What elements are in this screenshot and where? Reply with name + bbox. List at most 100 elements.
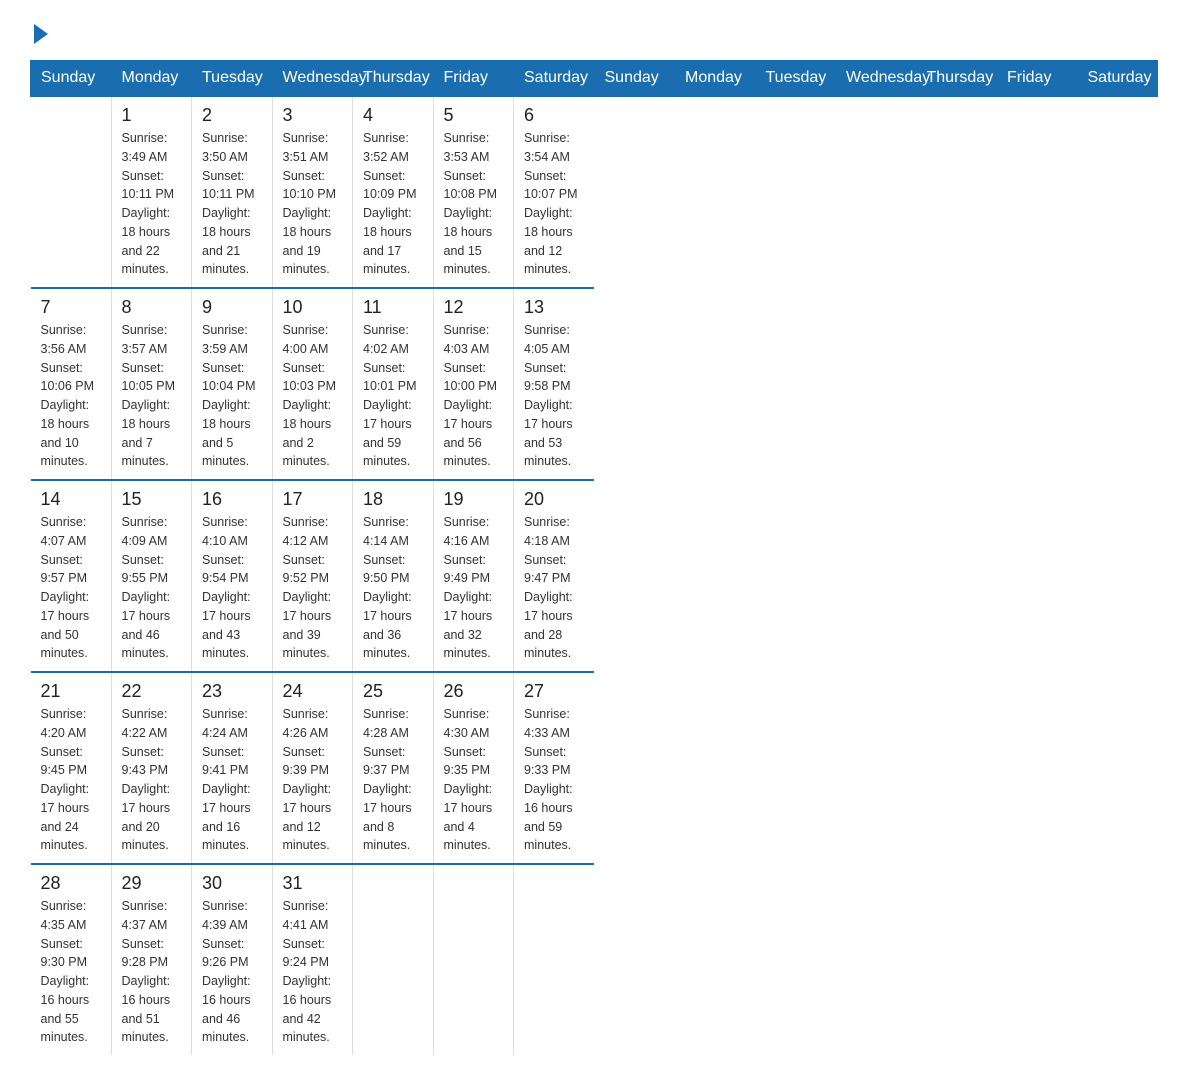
day-header-wednesday: Wednesday xyxy=(272,61,353,97)
day-header-wednesday: Wednesday xyxy=(836,61,917,97)
day-info-text: Sunrise: 4:41 AM Sunset: 9:24 PM Dayligh… xyxy=(283,897,343,1047)
calendar-cell: 24 Sunrise: 4:26 AM Sunset: 9:39 PM Dayli… xyxy=(272,672,353,864)
day-header-monday: Monday xyxy=(111,61,192,97)
calendar-cell: 1 Sunrise: 3:49 AM Sunset: 10:11 PM Dayli… xyxy=(111,96,192,288)
day-header-friday: Friday xyxy=(997,61,1078,97)
day-info-text: Sunrise: 4:05 AM Sunset: 9:58 PM Dayligh… xyxy=(524,321,584,471)
day-number: 10 xyxy=(283,297,343,318)
calendar-week-row: 21Sunrise: 4:20 AM Sunset: 9:45 PM Dayli… xyxy=(31,672,1158,864)
day-header-saturday: Saturday xyxy=(514,61,595,97)
day-header-monday: Monday xyxy=(675,61,756,97)
day-info-text: Sunrise: 4:02 AM Sunset: 10:01 PM Daylig… xyxy=(363,321,423,471)
calendar-cell: 25 Sunrise: 4:28 AM Sunset: 9:37 PM Dayli… xyxy=(353,672,434,864)
calendar-cell: 4 Sunrise: 3:52 AM Sunset: 10:09 PM Dayli… xyxy=(353,96,434,288)
calendar-cell xyxy=(433,864,514,1055)
day-info-text: Sunrise: 4:10 AM Sunset: 9:54 PM Dayligh… xyxy=(202,513,262,663)
day-number: 8 xyxy=(122,297,182,318)
day-number: 25 xyxy=(363,681,423,702)
day-number: 18 xyxy=(363,489,423,510)
day-number: 23 xyxy=(202,681,262,702)
day-number: 14 xyxy=(41,489,101,510)
day-number: 30 xyxy=(202,873,262,894)
calendar-cell: 11 Sunrise: 4:02 AM Sunset: 10:01 PM Dayl… xyxy=(353,288,434,480)
day-number: 2 xyxy=(202,105,262,126)
calendar-cell xyxy=(514,864,595,1055)
calendar-cell: 15Sunrise: 4:09 AM Sunset: 9:55 PM Dayli… xyxy=(111,480,192,672)
calendar-week-row: 14 Sunrise: 4:07 AM Sunset: 9:57 PM Dayli… xyxy=(31,480,1158,672)
day-number: 22 xyxy=(122,681,182,702)
day-info-text: Sunrise: 4:07 AM Sunset: 9:57 PM Dayligh… xyxy=(41,513,101,663)
calendar-cell: 29Sunrise: 4:37 AM Sunset: 9:28 PM Dayli… xyxy=(111,864,192,1055)
calendar-cell: 19 Sunrise: 4:16 AM Sunset: 9:49 PM Dayli… xyxy=(433,480,514,672)
logo-arrow-icon xyxy=(34,24,48,44)
day-header-friday: Friday xyxy=(433,61,514,97)
calendar-cell: 18 Sunrise: 4:14 AM Sunset: 9:50 PM Dayli… xyxy=(353,480,434,672)
day-info-text: Sunrise: 4:12 AM Sunset: 9:52 PM Dayligh… xyxy=(283,513,343,663)
day-info-text: Sunrise: 3:53 AM Sunset: 10:08 PM Daylig… xyxy=(444,129,504,279)
day-number: 11 xyxy=(363,297,423,318)
day-info-text: Sunrise: 4:14 AM Sunset: 9:50 PM Dayligh… xyxy=(363,513,423,663)
calendar-cell: 26Sunrise: 4:30 AM Sunset: 9:35 PM Dayli… xyxy=(433,672,514,864)
calendar-cell: 3Sunrise: 3:51 AM Sunset: 10:10 PM Dayli… xyxy=(272,96,353,288)
calendar-cell: 8 Sunrise: 3:57 AM Sunset: 10:05 PM Dayli… xyxy=(111,288,192,480)
day-number: 20 xyxy=(524,489,584,510)
calendar-cell: 27 Sunrise: 4:33 AM Sunset: 9:33 PM Dayli… xyxy=(514,672,595,864)
day-number: 24 xyxy=(283,681,343,702)
day-info-text: Sunrise: 4:33 AM Sunset: 9:33 PM Dayligh… xyxy=(524,705,584,855)
calendar-cell: 20Sunrise: 4:18 AM Sunset: 9:47 PM Dayli… xyxy=(514,480,595,672)
day-info-text: Sunrise: 4:16 AM Sunset: 9:49 PM Dayligh… xyxy=(444,513,504,663)
calendar-cell: 17 Sunrise: 4:12 AM Sunset: 9:52 PM Dayli… xyxy=(272,480,353,672)
calendar-table: SundayMondayTuesdayWednesdayThursdayFrid… xyxy=(30,60,1158,1055)
page-header xyxy=(30,20,1158,44)
calendar-cell: 9Sunrise: 3:59 AM Sunset: 10:04 PM Dayli… xyxy=(192,288,273,480)
day-number: 21 xyxy=(41,681,101,702)
calendar-week-row: 1 Sunrise: 3:49 AM Sunset: 10:11 PM Dayli… xyxy=(31,96,1158,288)
day-number: 19 xyxy=(444,489,504,510)
day-number: 7 xyxy=(41,297,101,318)
day-info-text: Sunrise: 3:50 AM Sunset: 10:11 PM Daylig… xyxy=(202,129,262,279)
calendar-cell xyxy=(31,96,112,288)
day-number: 31 xyxy=(283,873,343,894)
calendar-cell: 12Sunrise: 4:03 AM Sunset: 10:00 PM Dayl… xyxy=(433,288,514,480)
day-info-text: Sunrise: 3:52 AM Sunset: 10:09 PM Daylig… xyxy=(363,129,423,279)
day-number: 27 xyxy=(524,681,584,702)
calendar-cell xyxy=(353,864,434,1055)
day-number: 29 xyxy=(122,873,182,894)
day-info-text: Sunrise: 4:30 AM Sunset: 9:35 PM Dayligh… xyxy=(444,705,504,855)
day-header-sunday: Sunday xyxy=(594,61,675,97)
day-number: 1 xyxy=(122,105,182,126)
calendar-cell: 2 Sunrise: 3:50 AM Sunset: 10:11 PM Dayli… xyxy=(192,96,273,288)
calendar-cell: 21Sunrise: 4:20 AM Sunset: 9:45 PM Dayli… xyxy=(31,672,112,864)
day-number: 4 xyxy=(363,105,423,126)
day-info-text: Sunrise: 4:09 AM Sunset: 9:55 PM Dayligh… xyxy=(122,513,182,663)
day-header-thursday: Thursday xyxy=(916,61,997,97)
day-number: 6 xyxy=(524,105,584,126)
calendar-cell: 22 Sunrise: 4:22 AM Sunset: 9:43 PM Dayli… xyxy=(111,672,192,864)
calendar-cell: 10Sunrise: 4:00 AM Sunset: 10:03 PM Dayl… xyxy=(272,288,353,480)
day-info-text: Sunrise: 3:49 AM Sunset: 10:11 PM Daylig… xyxy=(122,129,182,279)
day-info-text: Sunrise: 4:39 AM Sunset: 9:26 PM Dayligh… xyxy=(202,897,262,1047)
day-number: 13 xyxy=(524,297,584,318)
calendar-cell: 5Sunrise: 3:53 AM Sunset: 10:08 PM Dayli… xyxy=(433,96,514,288)
calendar-header-row: SundayMondayTuesdayWednesdayThursdayFrid… xyxy=(31,61,1158,97)
day-number: 17 xyxy=(283,489,343,510)
day-info-text: Sunrise: 4:26 AM Sunset: 9:39 PM Dayligh… xyxy=(283,705,343,855)
calendar-cell: 16 Sunrise: 4:10 AM Sunset: 9:54 PM Dayli… xyxy=(192,480,273,672)
calendar-cell: 14 Sunrise: 4:07 AM Sunset: 9:57 PM Dayli… xyxy=(31,480,112,672)
day-info-text: Sunrise: 4:03 AM Sunset: 10:00 PM Daylig… xyxy=(444,321,504,471)
day-info-text: Sunrise: 4:35 AM Sunset: 9:30 PM Dayligh… xyxy=(41,897,101,1047)
calendar-week-row: 7Sunrise: 3:56 AM Sunset: 10:06 PM Dayli… xyxy=(31,288,1158,480)
day-info-text: Sunrise: 3:54 AM Sunset: 10:07 PM Daylig… xyxy=(524,129,584,279)
day-info-text: Sunrise: 4:28 AM Sunset: 9:37 PM Dayligh… xyxy=(363,705,423,855)
day-header-sunday: Sunday xyxy=(31,61,112,97)
day-number: 16 xyxy=(202,489,262,510)
day-info-text: Sunrise: 3:57 AM Sunset: 10:05 PM Daylig… xyxy=(122,321,182,471)
day-info-text: Sunrise: 4:24 AM Sunset: 9:41 PM Dayligh… xyxy=(202,705,262,855)
day-header-saturday: Saturday xyxy=(1077,61,1158,97)
calendar-week-row: 28 Sunrise: 4:35 AM Sunset: 9:30 PM Dayli… xyxy=(31,864,1158,1055)
day-number: 3 xyxy=(283,105,343,126)
day-number: 9 xyxy=(202,297,262,318)
day-info-text: Sunrise: 4:22 AM Sunset: 9:43 PM Dayligh… xyxy=(122,705,182,855)
calendar-cell: 23 Sunrise: 4:24 AM Sunset: 9:41 PM Dayli… xyxy=(192,672,273,864)
day-number: 28 xyxy=(41,873,101,894)
